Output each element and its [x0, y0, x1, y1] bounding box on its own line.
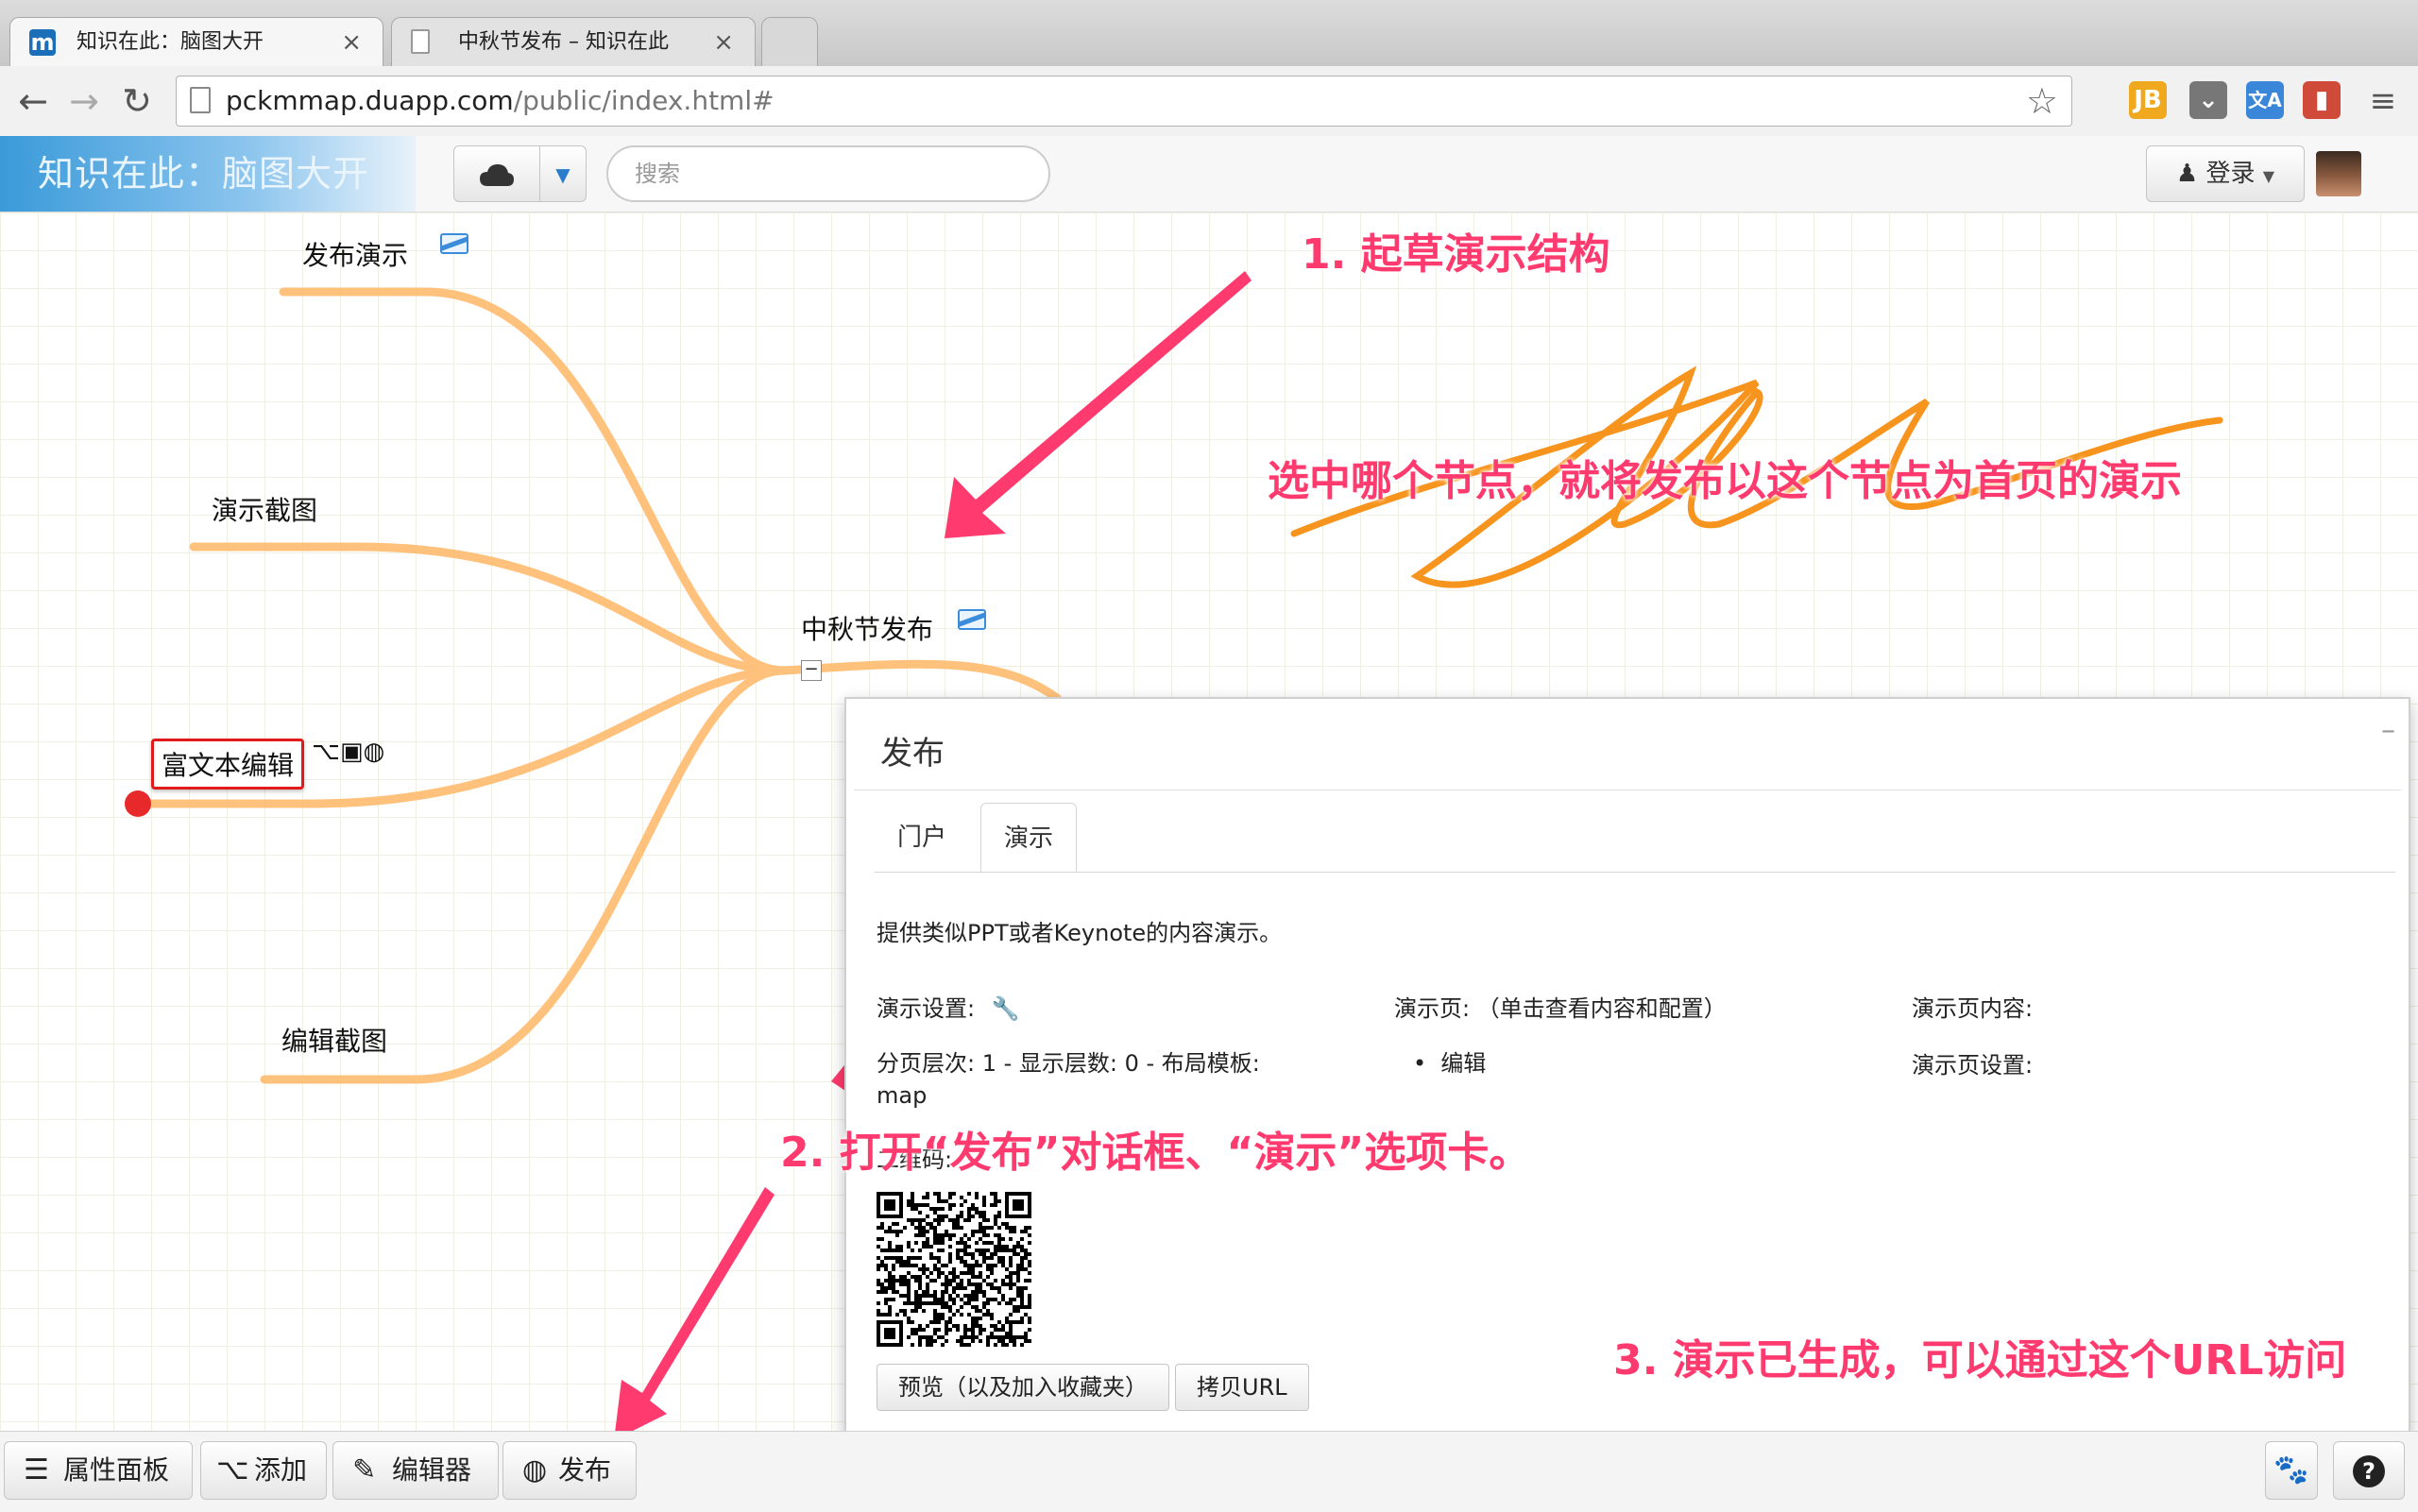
page-settings-label: 演示页设置: — [1912, 1052, 2034, 1079]
pages-label: 演示页: （单击查看内容和配置） — [1394, 995, 1727, 1022]
cloud-button[interactable] — [453, 145, 540, 202]
branch-edit-screenshot — [260, 666, 789, 1084]
back-arrow-icon[interactable]: ← — [11, 79, 55, 123]
address-bar[interactable]: pckmmap.duapp.com/public/index.html# ☆ — [176, 76, 2072, 127]
help-button[interactable]: ? — [2333, 1441, 2405, 1500]
annotation-step3: 3. 演示已生成，可以通过这个URL访问 — [1613, 1336, 2347, 1385]
page-favicon-icon — [411, 29, 430, 54]
app-favicon: m — [29, 29, 56, 56]
node-image-icon[interactable] — [958, 609, 986, 630]
page-icon — [190, 87, 211, 113]
minimize-icon[interactable]: – — [2381, 714, 2395, 747]
list-icon: ☰ — [24, 1453, 49, 1487]
browser-toolbar: ← → ↻ pckmmap.duapp.com/public/index.htm… — [0, 66, 2418, 137]
dialog-title: 发布 — [880, 735, 945, 773]
tab-title: 中秋节发布 – 知识在此 — [458, 30, 669, 54]
link-icon[interactable]: ⌥ — [312, 738, 340, 766]
pocket-extension-icon[interactable]: ⌄ — [2189, 81, 2227, 119]
user-icon: ♟ — [2175, 160, 2199, 188]
editor-button[interactable]: ✎ 编辑器 — [332, 1441, 499, 1500]
browser-tabstrip: m 知识在此：脑图大开 × 中秋节发布 – 知识在此 × — [0, 0, 2418, 66]
arrow-step1 — [945, 271, 1252, 538]
login-button[interactable]: ♟ 登录 ▼ — [2146, 145, 2305, 202]
reload-icon[interactable]: ↻ — [115, 79, 159, 123]
annotation-step1-note: 选中哪个节点，就将发布以这个节点为首页的演示 — [1268, 457, 2182, 505]
caret-down-icon: ▼ — [555, 163, 570, 186]
arrow-step2-down — [615, 1187, 775, 1431]
annotation-step2: 2. 打开“发布”对话框、“演示”选项卡。 — [780, 1129, 1531, 1177]
settings-label: 演示设置: 🔧 — [877, 995, 1020, 1022]
node-rich-text-edit[interactable]: 富文本编辑 — [151, 739, 305, 790]
qr-code[interactable] — [877, 1192, 1031, 1347]
copy-url-button[interactable]: 拷贝URL — [1175, 1364, 1309, 1411]
node-icons-group: ⌥▣◍ — [312, 738, 384, 766]
collapse-toggle[interactable]: − — [801, 660, 822, 681]
settings-value: 分页层次: 1 - 显示层数: 0 - 布局模板: — [877, 1050, 1260, 1077]
forward-arrow-icon[interactable]: → — [62, 79, 106, 123]
selected-node-handle[interactable] — [125, 790, 151, 817]
branch-root-right — [779, 659, 1063, 704]
cloud-dropdown-button[interactable]: ▼ — [539, 145, 587, 202]
settings-value-template: map — [877, 1082, 928, 1109]
node-root[interactable]: 中秋节发布 — [801, 609, 933, 647]
globe-icon[interactable]: ◍ — [364, 738, 385, 766]
globe-icon: ◍ — [522, 1453, 548, 1487]
avatar[interactable] — [2316, 151, 2361, 196]
tab-presentation[interactable]: 演示 — [980, 803, 1078, 873]
browser-tab[interactable]: 中秋节发布 – 知识在此 × — [391, 17, 756, 66]
publish-button[interactable]: ◍ 发布 — [502, 1441, 637, 1500]
tab-title: 知识在此：脑图大开 — [77, 30, 264, 54]
url-text: pckmmap.duapp.com/public/index.html# — [226, 85, 775, 116]
pages-list-item[interactable]: • 编辑 — [1413, 1045, 1486, 1078]
add-button[interactable]: ⌥ 添加 — [200, 1441, 327, 1500]
help-icon: ? — [2353, 1455, 2385, 1487]
node-image-icon[interactable] — [440, 233, 468, 254]
paw-button[interactable]: 🐾 — [2265, 1441, 2318, 1500]
translate-extension-icon[interactable]: 文A — [2246, 81, 2284, 119]
page-content-label: 演示页内容: — [1912, 995, 2034, 1022]
branch-demo-screenshot — [189, 542, 789, 675]
bottom-toolbar: ☰ 属性面板 ⌥ 添加 ✎ 编辑器 ◍ 发布 🐾 ? — [0, 1431, 2418, 1512]
search-input[interactable]: 搜索 — [606, 145, 1050, 202]
caret-down-icon: ▼ — [2262, 167, 2275, 185]
new-tab-button[interactable] — [761, 17, 818, 66]
tab-close-icon[interactable]: × — [341, 18, 362, 67]
bookmark-star-icon[interactable]: ☆ — [2026, 76, 2058, 126]
browser-tab-active[interactable]: m 知识在此：脑图大开 × — [9, 17, 383, 66]
cloud-icon — [480, 163, 514, 186]
image-icon[interactable]: ▣ — [340, 738, 364, 766]
annotation-step1: 1. 起草演示结构 — [1302, 230, 1610, 279]
paw-icon: 🐾 — [2273, 1453, 2309, 1487]
tab-divider — [875, 872, 2395, 873]
add-branch-icon: ⌥ — [216, 1453, 249, 1487]
presentation-description: 提供类似PPT或者Keynote的内容演示。 — [877, 920, 1283, 946]
branch-publish-demo — [279, 287, 789, 675]
jb-extension-icon[interactable]: JB — [2129, 81, 2167, 119]
login-label: 登录 — [2205, 160, 2256, 188]
tab-portal[interactable]: 门户 — [875, 803, 969, 873]
app-header: 知识在此：脑图大开 ▼ 搜索 ♟ 登录 ▼ — [0, 136, 2418, 212]
preview-button[interactable]: 预览（以及加入收藏夹） — [877, 1364, 1169, 1411]
node-publish-demo[interactable]: 发布演示 — [302, 235, 408, 273]
menu-icon[interactable]: ≡ — [2361, 79, 2405, 123]
bookmark-extension-icon[interactable]: ▮ — [2303, 81, 2341, 119]
brand-title[interactable]: 知识在此：脑图大开 — [0, 136, 416, 212]
wrench-icon[interactable]: 🔧 — [992, 995, 1020, 1022]
edit-icon: ✎ — [352, 1453, 377, 1487]
tab-close-icon[interactable]: × — [713, 18, 734, 67]
node-edit-screenshot[interactable]: 编辑截图 — [281, 1021, 387, 1059]
properties-panel-button[interactable]: ☰ 属性面板 — [4, 1441, 193, 1500]
node-demo-screenshot[interactable]: 演示截图 — [212, 490, 317, 528]
